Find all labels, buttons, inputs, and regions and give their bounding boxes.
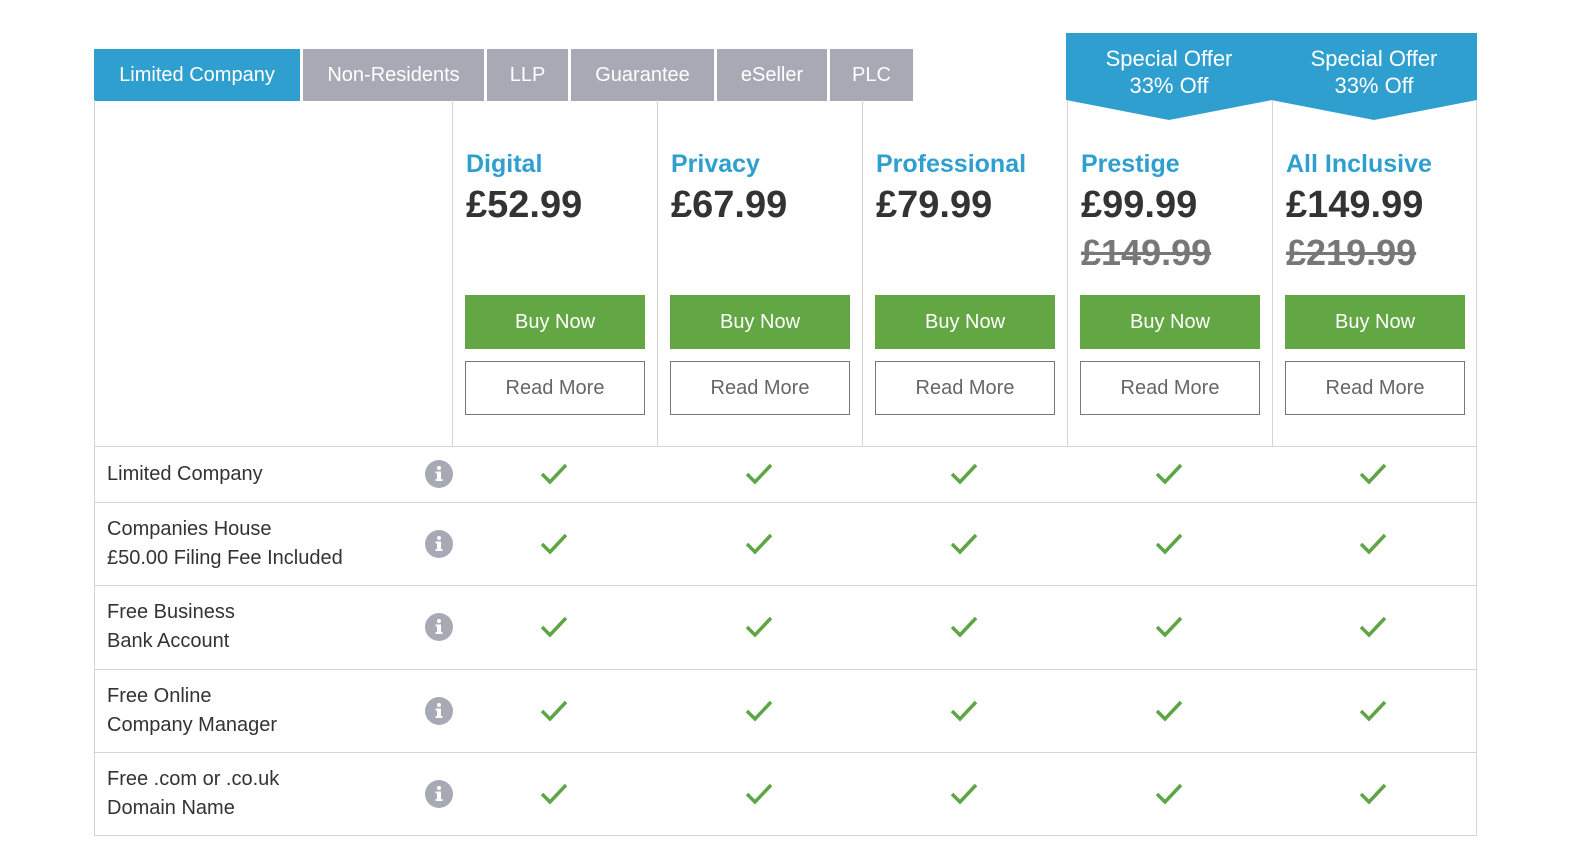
read-more-button[interactable]: Read More	[875, 361, 1055, 415]
plan-price: £99.99	[1081, 184, 1198, 226]
check-icon	[1359, 616, 1387, 638]
read-more-button[interactable]: Read More	[1080, 361, 1260, 415]
offer-line1: Special Offer	[1310, 46, 1438, 71]
product-tabs: Limited Company Non-Residents LLP Guaran…	[94, 49, 916, 101]
tab-llp[interactable]: LLP	[487, 49, 568, 101]
check-icon	[1155, 700, 1183, 722]
plan-old-price: £149.99	[1081, 232, 1212, 273]
feature-rows: Limited Company Companies House £50.00 F…	[94, 446, 1477, 836]
check-icon	[745, 463, 773, 485]
read-more-button[interactable]: Read More	[1285, 361, 1465, 415]
buy-now-button[interactable]: Buy Now	[1285, 295, 1465, 349]
check-icon	[950, 533, 978, 555]
tab-eseller[interactable]: eSeller	[717, 49, 827, 101]
plan-name: Prestige	[1081, 150, 1180, 178]
check-icon	[540, 533, 568, 555]
check-icon	[540, 700, 568, 722]
feature-label: Limited Company	[107, 463, 263, 485]
check-icon	[745, 700, 773, 722]
feature-row-company-manager: Free Online Company Manager	[94, 669, 1477, 752]
feature-label: Free Online Company Manager	[107, 685, 278, 736]
plan-price: £52.99	[466, 184, 583, 226]
tab-plc[interactable]: PLC	[830, 49, 913, 101]
plan-all-inclusive: All Inclusive £149.99 £219.99 Buy Now Re…	[1272, 100, 1477, 446]
feature-row-business-bank-account: Free Business Bank Account	[94, 585, 1477, 669]
plan-privacy: Privacy £67.99 Buy Now Read More	[657, 100, 862, 446]
check-icon	[1359, 700, 1387, 722]
read-more-button[interactable]: Read More	[465, 361, 645, 415]
plan-old-price: £219.99	[1286, 232, 1417, 273]
check-icon	[1359, 533, 1387, 555]
check-icon	[1359, 463, 1387, 485]
feature-row-companies-house: Companies House £50.00 Filing Fee Includ…	[94, 502, 1477, 585]
buy-now-button[interactable]: Buy Now	[670, 295, 850, 349]
check-icon	[1359, 783, 1387, 805]
check-icon	[950, 616, 978, 638]
tab-non-residents[interactable]: Non-Residents	[303, 49, 484, 101]
plan-professional: Professional £79.99 Buy Now Read More	[862, 100, 1067, 446]
plan-name: Digital	[466, 150, 543, 178]
feature-row-domain-name: Free .com or .co.uk Domain Name	[94, 752, 1477, 836]
check-icon	[950, 700, 978, 722]
read-more-button[interactable]: Read More	[670, 361, 850, 415]
buy-now-button[interactable]: Buy Now	[875, 295, 1055, 349]
check-icon	[745, 616, 773, 638]
check-icon	[1155, 533, 1183, 555]
plan-prestige: Prestige £99.99 £149.99 Buy Now Read Mor…	[1067, 100, 1272, 446]
plan-header-region: Digital £52.99 Buy Now Read More Privacy…	[94, 100, 1477, 446]
tab-guarantee[interactable]: Guarantee	[571, 49, 714, 101]
check-icon	[1155, 783, 1183, 805]
buy-now-button[interactable]: Buy Now	[1080, 295, 1260, 349]
offer-line1: Special Offer	[1105, 46, 1233, 71]
plan-price: £149.99	[1286, 184, 1424, 226]
check-icon	[540, 783, 568, 805]
check-icon	[540, 463, 568, 485]
check-icon	[1155, 616, 1183, 638]
plan-digital: Digital £52.99 Buy Now Read More	[452, 100, 657, 446]
buy-now-button[interactable]: Buy Now	[465, 295, 645, 349]
info-icon[interactable]	[425, 780, 453, 808]
check-icon	[1155, 463, 1183, 485]
feature-label: Free Business Bank Account	[107, 601, 235, 652]
check-icon	[745, 533, 773, 555]
feature-label: Companies House £50.00 Filing Fee Includ…	[107, 518, 343, 569]
plan-name: Privacy	[671, 150, 760, 178]
tab-limited-company[interactable]: Limited Company	[94, 49, 300, 101]
plan-name: Professional	[876, 150, 1027, 178]
offer-line2: 33% Off	[1334, 73, 1414, 98]
feature-row-limited-company: Limited Company	[94, 446, 1477, 502]
feature-label: Free .com or .co.uk Domain Name	[107, 768, 280, 819]
check-icon	[950, 463, 978, 485]
check-icon	[950, 783, 978, 805]
check-icon	[540, 616, 568, 638]
info-icon[interactable]	[425, 530, 453, 558]
offer-line2: 33% Off	[1129, 73, 1209, 98]
info-icon[interactable]	[425, 613, 453, 641]
plan-name: All Inclusive	[1286, 150, 1432, 178]
info-icon[interactable]	[425, 697, 453, 725]
plan-price: £79.99	[876, 184, 993, 226]
plan-price: £67.99	[671, 184, 788, 226]
check-icon	[745, 783, 773, 805]
info-icon[interactable]	[425, 460, 453, 488]
